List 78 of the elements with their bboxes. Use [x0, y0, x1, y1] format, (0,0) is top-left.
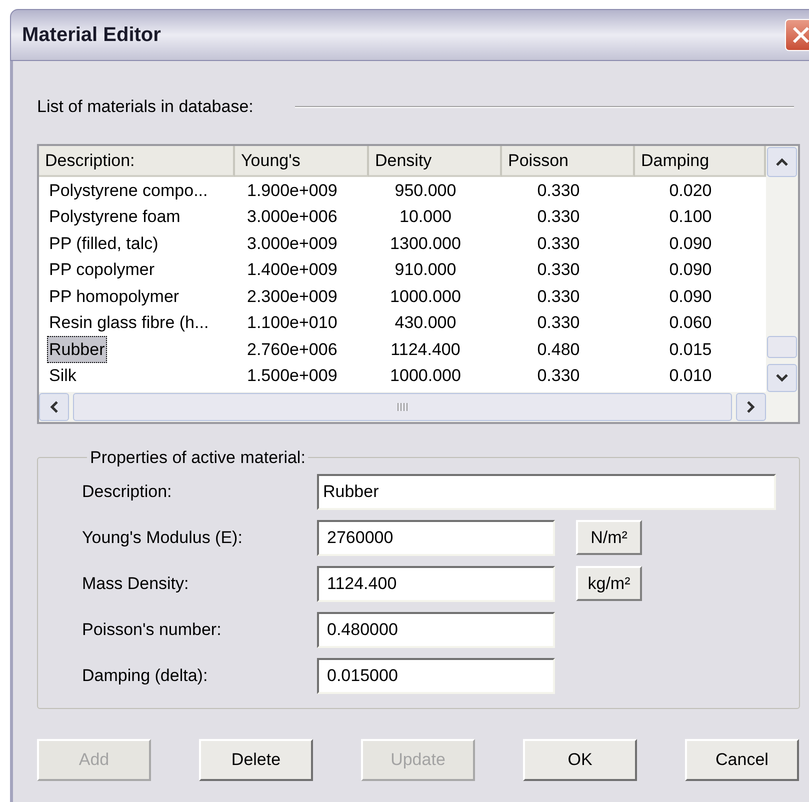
table-cell-text: 0.480: [537, 338, 580, 360]
table-cell-text: 1000.000: [390, 365, 461, 387]
table-cell[interactable]: Polystyrene compo...: [47, 176, 210, 204]
table-cell-text: 1000.000: [390, 286, 461, 308]
table-cell-text: 1.400e+009: [247, 259, 338, 281]
window-title: Material Editor: [22, 23, 161, 48]
input-field[interactable]: 1124.400: [317, 566, 555, 602]
table-cell-text: 0.330: [537, 232, 580, 254]
field-label: Poisson's number:: [82, 618, 222, 641]
column-header[interactable]: Poisson: [502, 146, 635, 177]
table-cell-text: 1.500e+009: [247, 365, 338, 387]
column-header[interactable]: Young's: [235, 146, 369, 177]
input-field[interactable]: 0.480000: [317, 612, 555, 648]
chevron-up-icon: [775, 157, 789, 167]
table-cell-text: 0.330: [537, 365, 580, 387]
field-label: Mass Density:: [82, 572, 190, 595]
close-button[interactable]: [785, 19, 809, 51]
table-cell-text: 0.090: [669, 232, 712, 254]
table-cell-text: 0.090: [669, 286, 712, 308]
table-cell-text: 430.000: [394, 312, 456, 334]
table-cell[interactable]: PP homopolymer: [47, 282, 182, 310]
table-cell-text: 0.060: [669, 312, 712, 334]
close-icon: [791, 25, 809, 45]
column-header[interactable]: Description:: [39, 146, 235, 177]
input-field[interactable]: Rubber: [317, 474, 776, 510]
scroll-thumb[interactable]: [73, 393, 732, 421]
table-cell-text: 2.760e+006: [247, 338, 338, 360]
input-field[interactable]: 2760000: [317, 520, 555, 556]
table-cell-text: 0.330: [537, 286, 580, 308]
scroll-right-button[interactable]: [736, 393, 766, 421]
table-cell-text: 0.010: [669, 365, 712, 387]
table-cell-text: 0.330: [537, 259, 580, 281]
table-cell-text: 2.300e+009: [247, 286, 338, 308]
dialog-button[interactable]: Delete: [199, 739, 313, 781]
unit-button[interactable]: kg/m²: [576, 566, 642, 601]
table-cell[interactable]: PP (filled, talc): [47, 230, 160, 257]
field-label: Description:: [82, 480, 173, 503]
table-cell-text: 950.000: [394, 180, 456, 202]
unit-button[interactable]: N/m²: [576, 520, 642, 555]
table-cell[interactable]: PP copolymer: [47, 256, 157, 284]
field-label: Young's Modulus (E):: [82, 526, 244, 549]
chevron-right-icon: [746, 400, 756, 414]
table-cell[interactable]: Rubber: [47, 336, 107, 363]
column-header[interactable]: Damping: [635, 146, 766, 177]
table-cell-text: 0.330: [537, 206, 580, 228]
table-cell-text: 0.100: [669, 206, 712, 228]
table-cell-text: 1.900e+009: [247, 180, 338, 202]
table-cell-text: 1124.400: [390, 338, 460, 360]
table-cell-text: 10.000: [400, 206, 452, 228]
table-cell-text: 1.100e+010: [247, 312, 338, 334]
dialog-button[interactable]: OK: [523, 739, 637, 781]
group-label: Properties of active material:: [89, 447, 306, 469]
table-cell-text: 0.020: [669, 180, 712, 202]
table-cell[interactable]: Silk: [47, 362, 78, 390]
table-cell-text: 3.000e+006: [247, 206, 338, 228]
table-cell[interactable]: Polystyrene foam: [47, 203, 182, 230]
table-cell-text: 0.090: [669, 259, 712, 281]
table-cell-text: 0.330: [537, 312, 580, 334]
table-cell-text: 0.330: [537, 180, 580, 202]
scroll-thumb[interactable]: [767, 336, 797, 358]
scroll-up-button[interactable]: [767, 147, 797, 177]
horizontal-scrollbar[interactable]: [39, 392, 766, 422]
section-label: List of materials in database:: [37, 96, 254, 118]
input-field[interactable]: 0.015000: [317, 658, 555, 694]
chevron-down-icon: [775, 373, 789, 383]
table-cell-text: 0.015: [669, 338, 712, 360]
grip-icon: [396, 402, 408, 412]
table-cell-text: 1300.000: [390, 232, 461, 254]
table-cell-text: 3.000e+009: [247, 232, 338, 254]
dialog-button[interactable]: Cancel: [685, 739, 799, 781]
field-label: Damping (delta):: [82, 664, 209, 687]
scroll-down-button[interactable]: [767, 364, 797, 392]
scroll-left-button[interactable]: [39, 393, 69, 421]
table-cell-text: 910.000: [394, 259, 456, 281]
column-header[interactable]: Density: [369, 146, 502, 177]
chevron-left-icon: [49, 400, 59, 414]
vertical-scrollbar[interactable]: [766, 146, 798, 392]
table-cell[interactable]: Resin glass fibre (h...: [47, 309, 211, 336]
